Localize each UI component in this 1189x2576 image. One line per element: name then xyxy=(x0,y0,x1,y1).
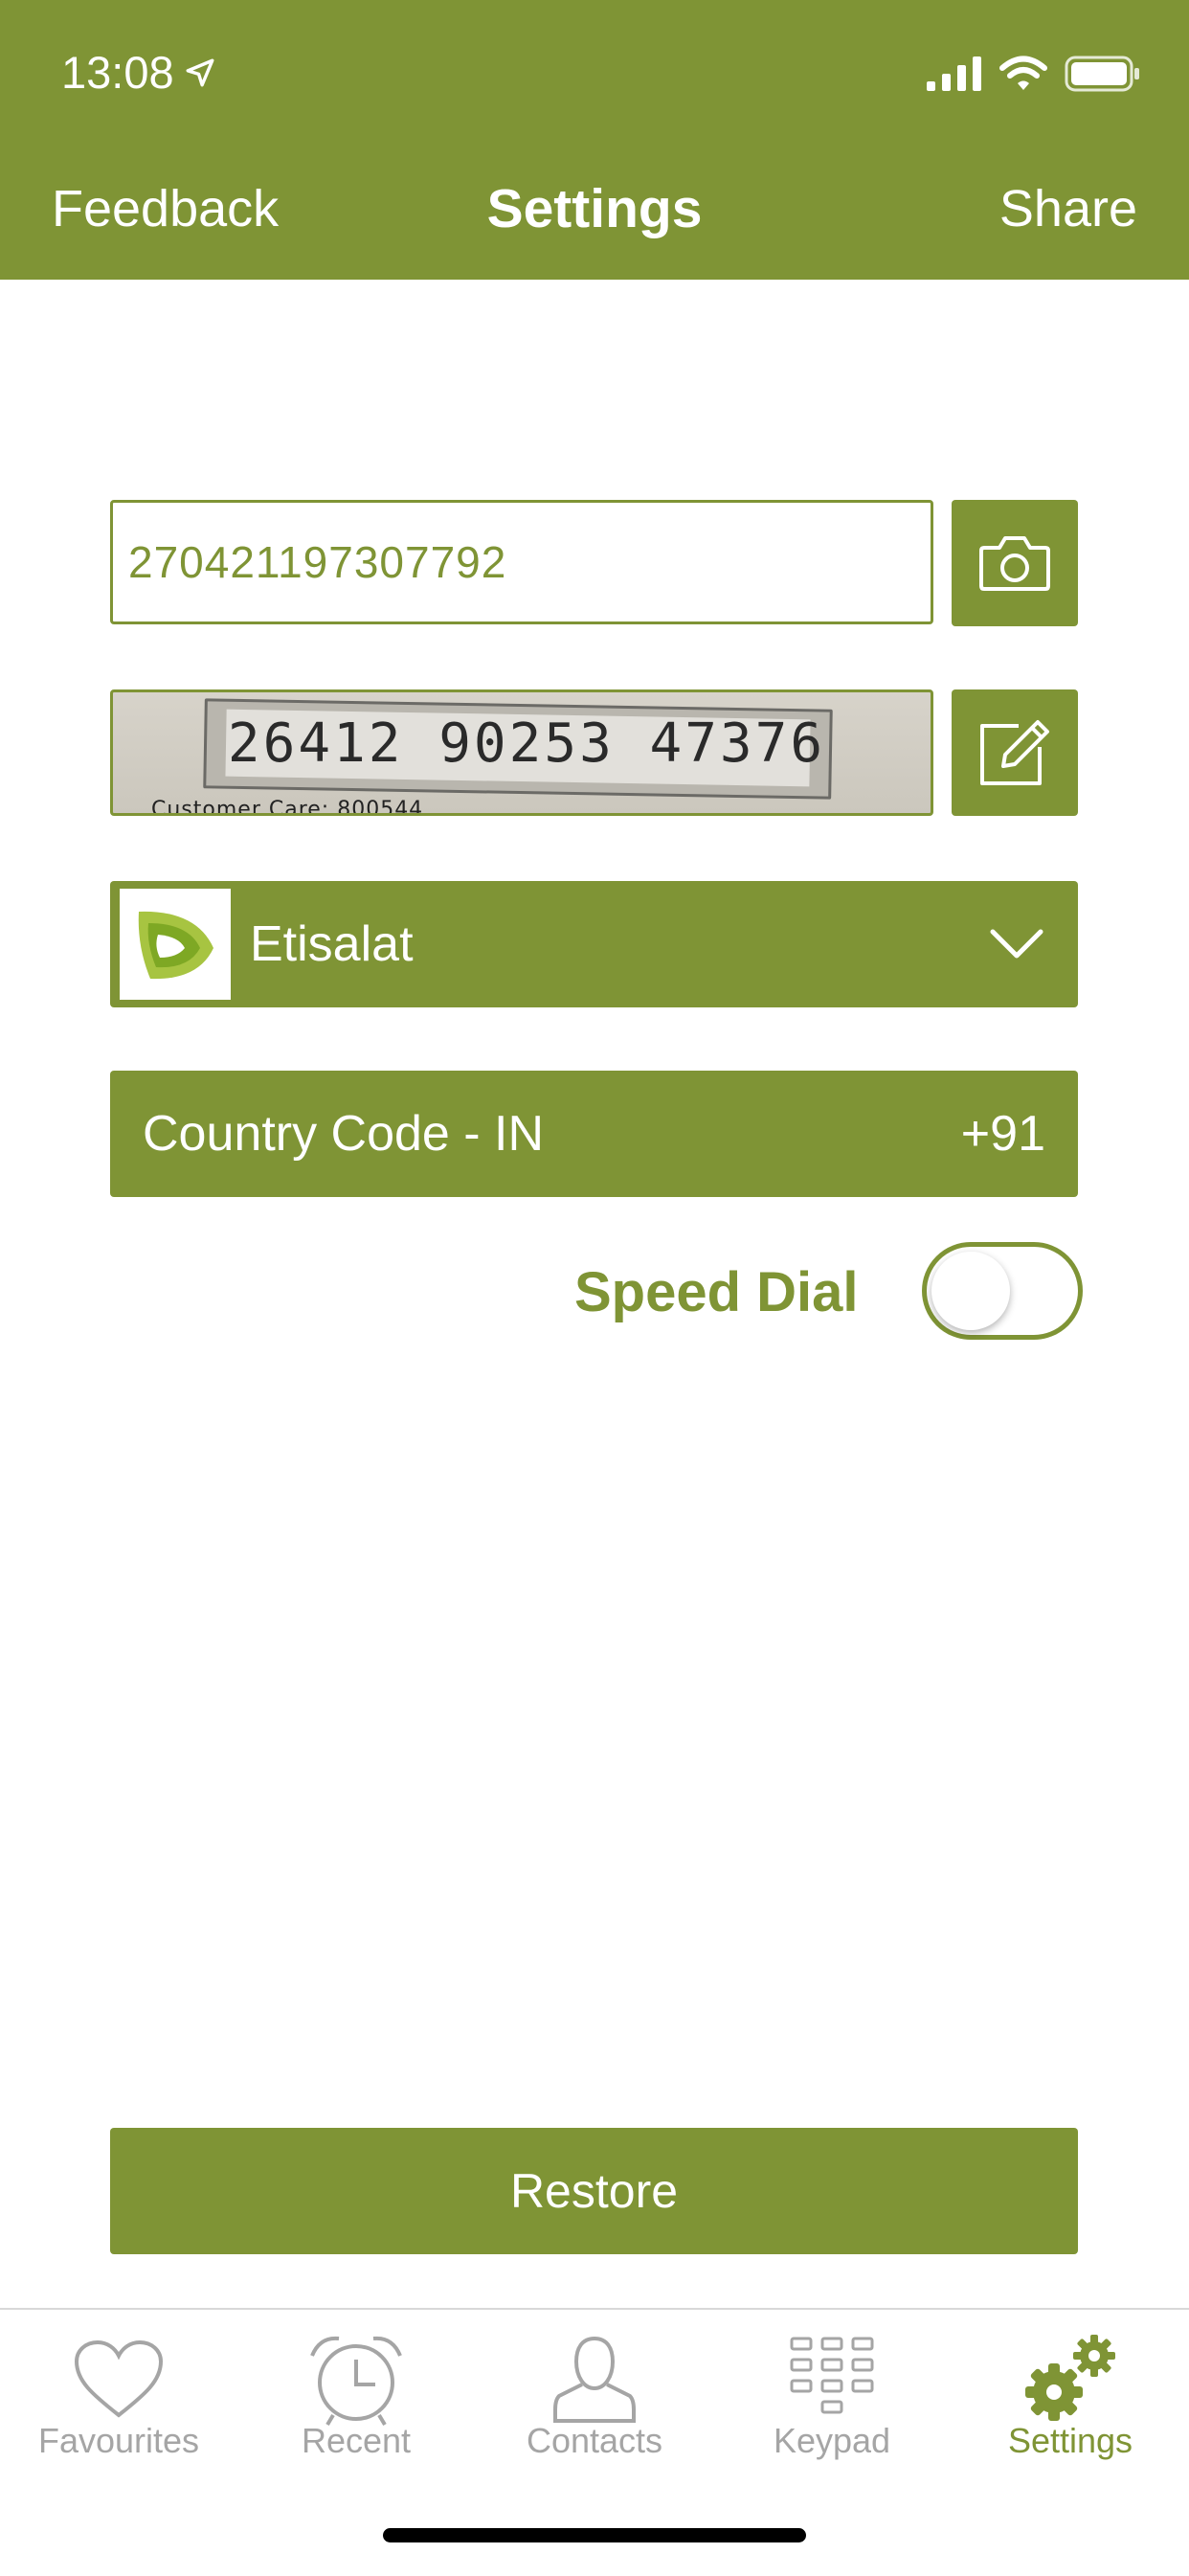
camera-button[interactable] xyxy=(952,500,1078,626)
tab-recent[interactable]: Recent xyxy=(237,2310,475,2482)
share-button[interactable]: Share xyxy=(999,180,1137,237)
country-code-value: +91 xyxy=(960,1106,1045,1162)
tab-label: Recent xyxy=(301,2421,412,2460)
tab-label: Settings xyxy=(1007,2421,1133,2460)
status-bar-indicators xyxy=(927,50,1141,98)
scanned-caption: Customer Care: 800544 xyxy=(151,798,424,816)
toggle-knob xyxy=(931,1252,1010,1330)
gears-icon xyxy=(1025,2335,1115,2421)
etisalat-logo xyxy=(120,889,231,1000)
status-time-text: 13:08 xyxy=(61,47,174,98)
status-bar-time: 13:08 xyxy=(61,44,216,102)
person-icon xyxy=(553,2336,636,2423)
sim-number-input[interactable] xyxy=(110,500,933,624)
wifi-icon xyxy=(999,56,1047,90)
tab-settings[interactable]: Settings xyxy=(952,2310,1189,2482)
alarm-clock-icon xyxy=(310,2336,402,2427)
country-code-label: Country Code - IN xyxy=(143,1106,545,1162)
battery-icon xyxy=(1065,56,1139,92)
speed-dial-toggle[interactable] xyxy=(922,1242,1083,1340)
camera-icon xyxy=(979,536,1050,591)
tab-label: Contacts xyxy=(526,2421,663,2460)
keypad-icon xyxy=(790,2337,874,2414)
cellular-signal-icon xyxy=(927,56,981,91)
home-indicator xyxy=(383,2528,806,2542)
tab-label: Favourites xyxy=(37,2421,200,2460)
speed-dial-label: Speed Dial xyxy=(574,1261,859,1323)
tab-favourites[interactable]: Favourites xyxy=(0,2310,237,2482)
restore-button[interactable]: Restore xyxy=(110,2128,1078,2254)
edit-icon xyxy=(980,720,1049,785)
operator-name: Etisalat xyxy=(250,916,414,972)
operator-dropdown[interactable]: Etisalat xyxy=(110,881,1078,1007)
heart-icon xyxy=(74,2339,164,2418)
country-code-bar[interactable]: Country Code - IN +91 xyxy=(110,1071,1078,1197)
chevron-down-icon xyxy=(990,928,1043,960)
location-arrow-icon xyxy=(186,58,214,87)
tab-contacts[interactable]: Contacts xyxy=(476,2310,713,2482)
tab-keypad[interactable]: Keypad xyxy=(713,2310,951,2482)
scanned-digits: 26412 90253 47376 xyxy=(227,712,826,775)
edit-button[interactable] xyxy=(952,689,1078,816)
tab-label: Keypad xyxy=(773,2421,891,2460)
scanned-card-image: 26412 90253 47376 Customer Care: 800544 xyxy=(110,689,933,816)
